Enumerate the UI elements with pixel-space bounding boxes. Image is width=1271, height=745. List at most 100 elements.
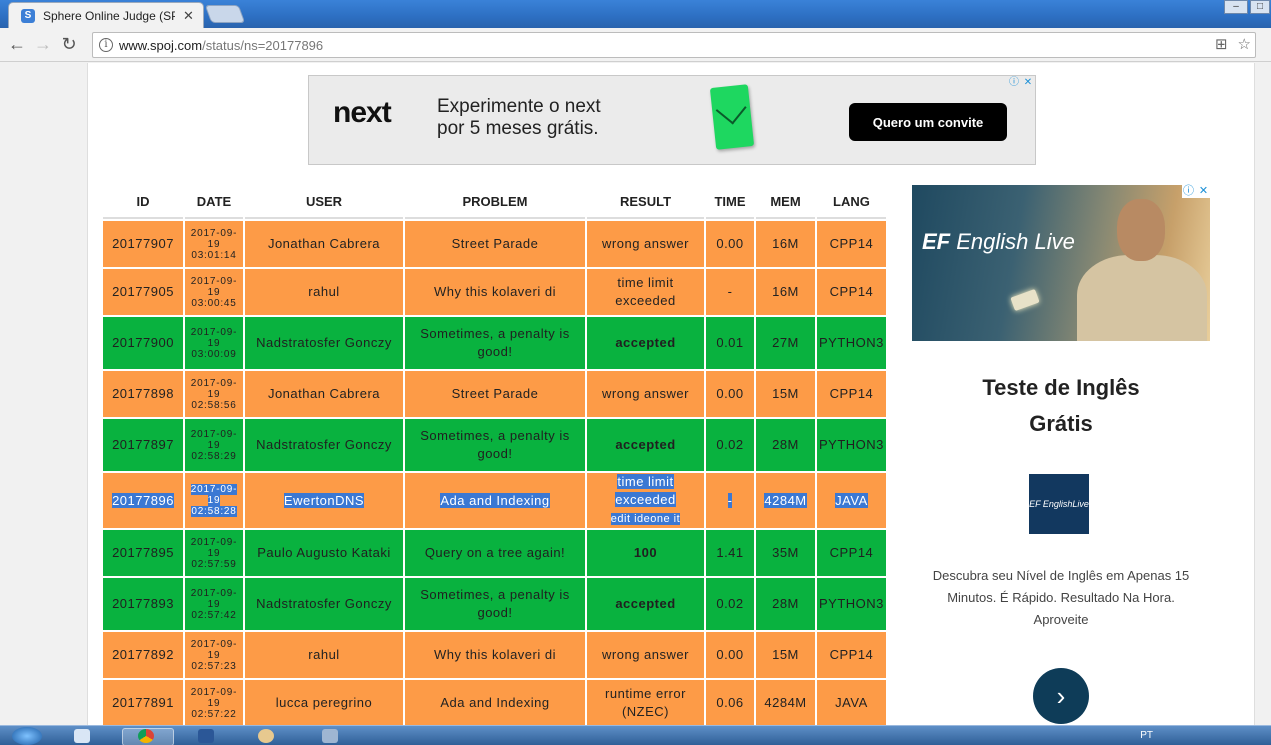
- cell-id[interactable]: 20177907: [103, 221, 183, 267]
- cell-id[interactable]: 20177898: [103, 371, 183, 417]
- site-info-icon[interactable]: i: [99, 38, 113, 52]
- cell-problem[interactable]: Why this kolaveri di: [405, 632, 585, 678]
- result-links[interactable]: edit ideone it: [610, 513, 681, 525]
- new-tab-button[interactable]: [204, 5, 246, 23]
- cell-user[interactable]: Nadstratosfer Gonczy: [245, 317, 403, 369]
- header-lang[interactable]: LANG: [817, 185, 886, 219]
- table-row: 20177905 2017-09- 19 03:00:45 rahul Why this …: [103, 269, 886, 315]
- cell-user[interactable]: Nadstratosfer Gonczy: [245, 578, 403, 630]
- cell-id[interactable]: 20177892: [103, 632, 183, 678]
- browser-toolbar: ← → ↻ i www.spoj.com/status/ns=20177896 …: [0, 28, 1271, 62]
- cell-date: 2017-09- 19 02:58:29: [185, 419, 243, 471]
- cell-time: -: [706, 269, 754, 315]
- cell-user[interactable]: Nadstratosfer Gonczy: [245, 419, 403, 471]
- tab-title: Sphere Online Judge (SPOJ): [43, 8, 175, 23]
- header-result[interactable]: RESULT: [587, 185, 704, 219]
- table-row: 20177892 2017-09- 19 02:57:23 rahul Why this …: [103, 632, 886, 678]
- cell-result: accepted: [587, 317, 704, 369]
- header-mem[interactable]: MEM: [756, 185, 815, 219]
- cell-user[interactable]: rahul: [245, 632, 403, 678]
- back-arrow-icon[interactable]: ←: [4, 32, 30, 58]
- cell-id[interactable]: 20177897: [103, 419, 183, 471]
- cell-id[interactable]: 20177900: [103, 317, 183, 369]
- cell-result: 100: [587, 530, 704, 576]
- cell-id[interactable]: 20177905: [103, 269, 183, 315]
- paint-icon[interactable]: [258, 729, 274, 743]
- cell-problem[interactable]: Street Parade: [405, 221, 585, 267]
- cell-lang: CPP14: [817, 371, 886, 417]
- cell-user[interactable]: Jonathan Cabrera: [245, 221, 403, 267]
- cell-user[interactable]: Jonathan Cabrera: [245, 371, 403, 417]
- cell-user[interactable]: Paulo Augusto Kataki: [245, 530, 403, 576]
- cell-lang: CPP14: [817, 530, 886, 576]
- side-adchoices-info-icon[interactable]: ⓘ: [1182, 185, 1195, 198]
- cell-id[interactable]: 20177896: [103, 473, 183, 528]
- cell-problem[interactable]: Query on a tree again!: [405, 530, 585, 576]
- table-row: 20177900 2017-09- 19 03:00:09 Nadstratosfer …: [103, 317, 886, 369]
- translate-icon[interactable]: ⊞: [1215, 35, 1228, 53]
- cell-lang: PYTHON3: [817, 317, 886, 369]
- language-indicator[interactable]: PT: [1140, 730, 1153, 741]
- cell-lang: CPP14: [817, 269, 886, 315]
- url-host: www.spoj.com: [119, 37, 203, 53]
- side-ad-body: Descubra seu Nível de Inglês em Apenas 1…: [932, 568, 1190, 627]
- url-path: /status/ns=20177896: [202, 37, 324, 53]
- status-table: ID DATE USER PROBLEM RESULT TIME MEM LAN…: [101, 183, 888, 725]
- cell-problem[interactable]: Sometimes, a penalty is good!: [405, 578, 585, 630]
- side-banner-ad[interactable]: EF English Live ⓘ ✕ Teste de Inglês Grát…: [912, 185, 1210, 725]
- ad-close-icon[interactable]: ✕: [1022, 77, 1034, 89]
- adchoices-info-icon[interactable]: ⓘ: [1008, 77, 1020, 89]
- side-ad-close-icon[interactable]: ✕: [1197, 185, 1210, 198]
- virtualbox-icon[interactable]: [322, 729, 338, 743]
- cell-date: 2017-09- 19 02:58:28: [185, 473, 243, 528]
- table-header-row: ID DATE USER PROBLEM RESULT TIME MEM LAN…: [103, 185, 886, 219]
- minimize-icon[interactable]: –: [1224, 0, 1248, 14]
- header-id[interactable]: ID: [103, 185, 183, 219]
- keyboard-app-icon[interactable]: [74, 729, 90, 743]
- cell-problem[interactable]: Sometimes, a penalty is good!: [405, 419, 585, 471]
- cell-user[interactable]: EwertonDNS: [245, 473, 403, 528]
- header-time[interactable]: TIME: [706, 185, 754, 219]
- ad-photo: EF English Live: [912, 185, 1210, 341]
- window-control-icon[interactable]: □: [1250, 0, 1270, 14]
- cell-problem[interactable]: Ada and Indexing: [405, 473, 585, 528]
- table-row: 20177897 2017-09- 19 02:58:29 Nadstratosfer …: [103, 419, 886, 471]
- spoj-favicon-icon: S: [21, 8, 35, 23]
- side-adchoices[interactable]: ⓘ ✕: [1182, 185, 1210, 198]
- cell-problem[interactable]: Why this kolaveri di: [405, 269, 585, 315]
- cell-id[interactable]: 20177891: [103, 680, 183, 725]
- cell-time: 0.00: [706, 371, 754, 417]
- cell-lang: JAVA: [817, 680, 886, 725]
- cell-problem[interactable]: Street Parade: [405, 371, 585, 417]
- cell-id[interactable]: 20177895: [103, 530, 183, 576]
- table-row: 20177893 2017-09- 19 02:57:42 Nadstratosfer …: [103, 578, 886, 630]
- side-ad-arrow-button[interactable]: ›: [1033, 668, 1089, 724]
- header-problem[interactable]: PROBLEM: [405, 185, 585, 219]
- cell-mem: 35M: [756, 530, 815, 576]
- reload-icon[interactable]: ↻: [56, 32, 82, 58]
- address-bar[interactable]: i www.spoj.com/status/ns=20177896 ⊞ ☆: [92, 32, 1256, 58]
- cell-lang: CPP14: [817, 632, 886, 678]
- ad-cta-button[interactable]: Quero um convite: [849, 103, 1007, 141]
- adchoices[interactable]: ⓘ ✕: [1008, 77, 1034, 89]
- tab-spoj[interactable]: S Sphere Online Judge (SPOJ) ✕: [8, 2, 204, 28]
- cell-date: 2017-09- 19 02:57:23: [185, 632, 243, 678]
- cell-result: accepted: [587, 419, 704, 471]
- cell-id[interactable]: 20177893: [103, 578, 183, 630]
- cell-lang: JAVA: [817, 473, 886, 528]
- header-user[interactable]: USER: [245, 185, 403, 219]
- bookmark-star-icon[interactable]: ☆: [1238, 35, 1251, 53]
- top-banner-ad[interactable]: next Experimente o next por 5 meses grát…: [308, 75, 1036, 165]
- header-date[interactable]: DATE: [185, 185, 243, 219]
- forward-arrow-icon[interactable]: →: [30, 32, 56, 58]
- cell-problem[interactable]: Sometimes, a penalty is good!: [405, 317, 585, 369]
- cell-time: 0.06: [706, 680, 754, 725]
- word-icon[interactable]: [198, 729, 214, 743]
- start-orb-icon[interactable]: [12, 727, 42, 745]
- cell-user[interactable]: lucca peregrino: [245, 680, 403, 725]
- cell-user[interactable]: rahul: [245, 269, 403, 315]
- cell-date: 2017-09- 19 02:57:42: [185, 578, 243, 630]
- cell-problem[interactable]: Ada and Indexing: [405, 680, 585, 725]
- cell-mem: 28M: [756, 419, 815, 471]
- tab-close-icon[interactable]: ✕: [183, 8, 194, 24]
